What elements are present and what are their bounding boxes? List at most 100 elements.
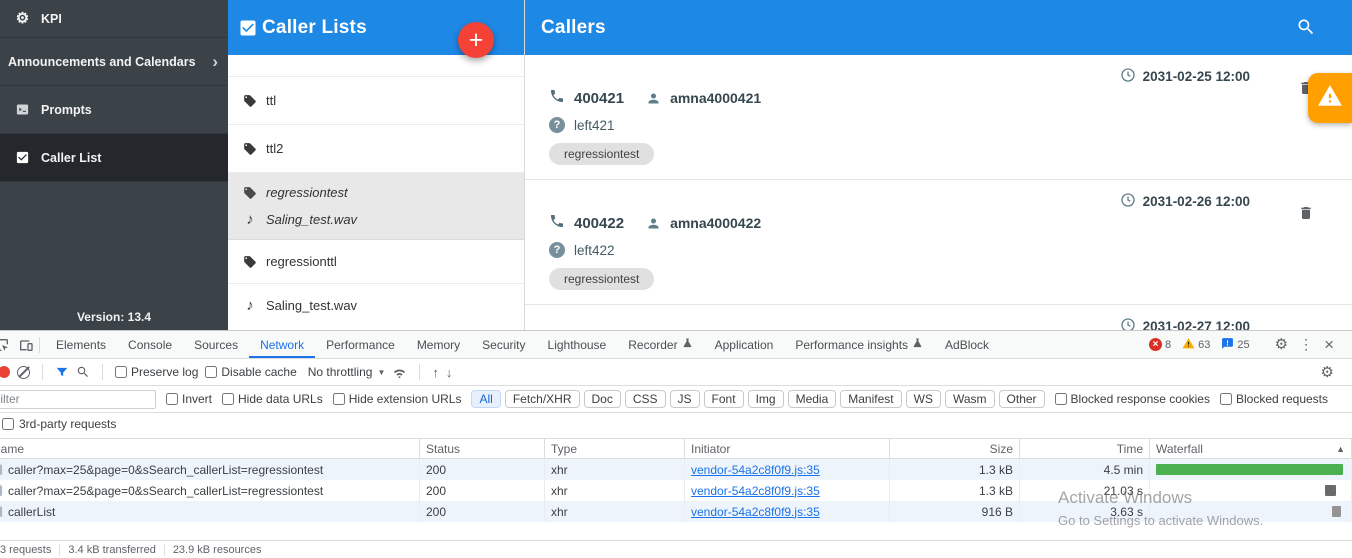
caller-extra-row: ? left421 [549, 117, 1328, 133]
tab-lighthouse[interactable]: Lighthouse [537, 331, 618, 358]
clear-icon[interactable] [17, 366, 30, 379]
col-initiator[interactable]: Initiator [685, 438, 890, 459]
delete-caller-button[interactable] [1298, 205, 1314, 221]
devtools-menu-icon[interactable]: ⋮ [1299, 336, 1313, 353]
caller-datetime: 2031-02-27 12:00 [1143, 319, 1250, 331]
tab-console[interactable]: Console [117, 331, 183, 358]
tab-sources[interactable]: Sources [183, 331, 249, 358]
tab-application[interactable]: Application [704, 331, 785, 358]
caller-list-item-regressionttl[interactable]: regressionttl [228, 240, 524, 284]
hide-data-urls-checkbox[interactable]: Hide data URLs [222, 392, 323, 406]
tab-network[interactable]: Network [249, 331, 315, 358]
chip-all[interactable]: All [471, 390, 500, 408]
throttling-select[interactable]: No throttling ▼ [308, 365, 386, 379]
warning-badge[interactable] [1308, 73, 1352, 123]
tab-adblock[interactable]: AdBlock [934, 331, 1000, 358]
col-waterfall[interactable]: Waterfall ▲ [1150, 438, 1352, 459]
chip-manifest[interactable]: Manifest [840, 390, 901, 408]
search-icon[interactable] [76, 365, 90, 379]
col-status[interactable]: Status [420, 438, 545, 459]
network-settings-icon[interactable]: ⚙ [1321, 365, 1334, 380]
checkbox[interactable] [333, 393, 345, 405]
record-button[interactable] [0, 366, 10, 378]
waterfall-bar [1150, 480, 1352, 501]
chip-fetch-xhr[interactable]: Fetch/XHR [505, 390, 580, 408]
tab-memory[interactable]: Memory [406, 331, 471, 358]
caller-list-item-ttl[interactable]: ttl [228, 77, 524, 125]
blocked-cookies-checkbox[interactable]: Blocked response cookies [1055, 392, 1210, 406]
chip-img[interactable]: Img [748, 390, 784, 408]
tab-security[interactable]: Security [471, 331, 536, 358]
chip-wasm[interactable]: Wasm [945, 390, 995, 408]
network-request-row[interactable]: callerList 200 xhr vendor-54a2c8f0f9.js:… [0, 501, 1352, 522]
search-icon[interactable] [1296, 17, 1316, 37]
checkbox[interactable] [115, 366, 127, 378]
devtools-settings-icon[interactable]: ⚙ [1275, 337, 1288, 352]
disable-cache-checkbox[interactable]: Disable cache [205, 365, 296, 379]
list-item-label: ttl2 [266, 141, 283, 156]
blocked-requests-checkbox[interactable]: Blocked requests [1220, 392, 1328, 406]
col-name[interactable]: Name [0, 438, 420, 459]
chip-js[interactable]: JS [670, 390, 700, 408]
filter-input[interactable] [0, 390, 156, 409]
error-count[interactable]: × 8 [1149, 338, 1171, 351]
sidebar-item-caller-list[interactable]: Caller List [0, 134, 228, 182]
chip-font[interactable]: Font [704, 390, 744, 408]
filter-icon[interactable] [55, 365, 69, 379]
col-time[interactable]: Time [1020, 438, 1150, 459]
callers-header: Callers [525, 0, 1352, 55]
hide-extension-urls-checkbox[interactable]: Hide extension URLs [333, 392, 462, 406]
caller-list-item-ttl2[interactable]: ttl2 [228, 125, 524, 173]
selected-list-name: regressiontest [228, 179, 524, 206]
checkbox[interactable] [1055, 393, 1067, 405]
device-toolbar-icon[interactable] [18, 337, 34, 353]
inspect-icon[interactable] [0, 337, 10, 353]
sort-asc-icon: ▲ [1336, 444, 1345, 454]
checkbox[interactable] [205, 366, 217, 378]
network-request-row[interactable]: caller?max=25&page=0&sSearch_callerList=… [0, 459, 1352, 480]
add-caller-list-button[interactable]: + [458, 22, 494, 58]
col-size[interactable]: Size [890, 438, 1020, 459]
checkbox[interactable] [2, 418, 14, 430]
sidebar-item-kpi[interactable]: ⚙ KPI [0, 0, 228, 38]
request-count: 3 requests [0, 544, 59, 556]
initiator-link[interactable]: vendor-54a2c8f0f9.js:35 [691, 463, 820, 477]
flask-icon [682, 338, 693, 352]
callers-panel: Callers 2031-02-25 12:00 400421 [525, 0, 1352, 330]
checkbox[interactable] [222, 393, 234, 405]
sidebar-item-announcements[interactable]: Announcements and Calendars › [0, 38, 228, 86]
import-har-icon[interactable]: ↑ [432, 365, 439, 380]
preserve-log-checkbox[interactable]: Preserve log [115, 365, 198, 379]
list-item-label: ttl [266, 93, 276, 108]
chip-doc[interactable]: Doc [584, 390, 621, 408]
invert-checkbox[interactable]: Invert [166, 392, 212, 406]
tab-recorder[interactable]: Recorder [617, 331, 703, 358]
caller-agent: amna4000421 [670, 90, 761, 106]
checkbox[interactable] [1220, 393, 1232, 405]
panel-title: Callers [541, 17, 606, 39]
initiator-link[interactable]: vendor-54a2c8f0f9.js:35 [691, 505, 820, 519]
network-conditions-icon[interactable] [392, 365, 407, 380]
export-har-icon[interactable]: ↓ [446, 365, 453, 380]
caller-list-item-selected[interactable]: regressiontest ♪ Saling_test.wav [228, 173, 524, 240]
warning-count[interactable]: 63 [1182, 337, 1210, 353]
chip-media[interactable]: Media [788, 390, 837, 408]
checkbox[interactable] [166, 393, 178, 405]
sidebar-item-prompts[interactable]: Prompts [0, 86, 228, 134]
caller-list-item-wav[interactable]: ♪ Saling_test.wav [228, 284, 524, 326]
warning-triangle-icon [1317, 83, 1343, 114]
third-party-checkbox[interactable]: 3rd-party requests [0, 413, 1352, 435]
chip-css[interactable]: CSS [625, 390, 666, 408]
devtools-close-icon[interactable]: × [1324, 336, 1334, 353]
tab-performance[interactable]: Performance [315, 331, 406, 358]
initiator-link[interactable]: vendor-54a2c8f0f9.js:35 [691, 484, 820, 498]
tab-performance-insights[interactable]: Performance insights [784, 331, 934, 358]
chip-other[interactable]: Other [999, 390, 1045, 408]
issues-count[interactable]: 25 [1221, 337, 1249, 353]
network-request-row[interactable]: caller?max=25&page=0&sSearch_callerList=… [0, 480, 1352, 501]
col-type[interactable]: Type [545, 438, 685, 459]
network-filter-bar: Invert Hide data URLs Hide extension URL… [0, 386, 1352, 413]
tab-elements[interactable]: Elements [45, 331, 117, 358]
caller-card-partial: 2031-02-27 12:00 [525, 305, 1352, 330]
chip-ws[interactable]: WS [906, 390, 941, 408]
